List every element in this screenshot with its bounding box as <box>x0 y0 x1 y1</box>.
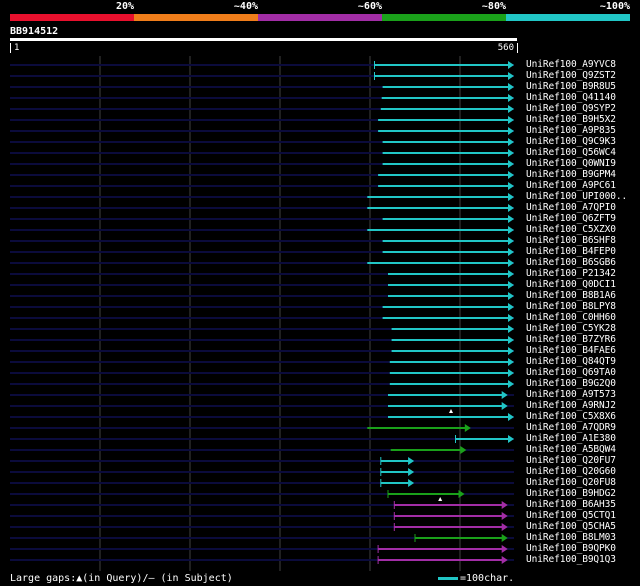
hit-label[interactable]: UniRef100_B8LPY8 <box>526 302 616 312</box>
hit-label[interactable]: UniRef100_B9G2Q0 <box>526 379 616 389</box>
hit-arrowhead <box>508 336 514 344</box>
hit-arrowhead <box>508 281 514 289</box>
hit-arrowhead <box>508 435 514 443</box>
hit-arrowhead <box>508 193 514 201</box>
hit-label[interactable]: UniRef100_C5X8X6 <box>526 412 616 422</box>
hit-arrowhead <box>508 215 514 223</box>
hit-label[interactable]: UniRef100_Q6ZFT9 <box>526 214 616 224</box>
hit-arrowhead <box>508 204 514 212</box>
hit-label[interactable]: UniRef100_B6SGB6 <box>526 258 616 268</box>
hit-label[interactable]: UniRef100_B6AH35 <box>526 500 616 510</box>
hit-arrowhead <box>508 127 514 135</box>
hit-arrowhead <box>508 149 514 157</box>
hit-arrowhead <box>508 237 514 245</box>
hit-label[interactable]: UniRef100_Q69TA0 <box>526 368 616 378</box>
hit-label[interactable]: UniRef100_Q0WNI9 <box>526 159 616 169</box>
hit-arrowhead <box>508 171 514 179</box>
hit-label[interactable]: UniRef100_B8B1A6 <box>526 291 616 301</box>
hit-arrowhead <box>508 303 514 311</box>
hit-arrowhead <box>501 402 508 410</box>
query-gap-marker <box>438 497 443 501</box>
hit-label[interactable]: UniRef100_B7ZYR6 <box>526 335 616 345</box>
hit-label[interactable]: UniRef100_A9RNJ2 <box>526 401 616 411</box>
hit-arrowhead <box>508 116 514 124</box>
hit-arrowhead <box>501 556 508 564</box>
hit-label[interactable]: UniRef100_C5YK28 <box>526 324 616 334</box>
hit-label[interactable]: UniRef100_Q9C9K3 <box>526 137 616 147</box>
hit-arrowhead <box>501 512 508 520</box>
hit-arrowhead <box>460 446 467 454</box>
hit-arrowhead <box>508 314 514 322</box>
hit-arrowhead <box>458 490 465 498</box>
hit-arrowhead <box>508 380 514 388</box>
query-gap-marker <box>449 409 453 413</box>
hit-arrowhead <box>508 292 514 300</box>
hit-label[interactable]: UniRef100_B9R8U5 <box>526 82 616 92</box>
hit-label[interactable]: UniRef100_A5BQW4 <box>526 445 616 455</box>
hit-label[interactable]: UniRef100_A7QPI0 <box>526 203 616 213</box>
hit-arrowhead <box>508 72 514 80</box>
hit-arrowhead <box>508 347 514 355</box>
scale-bar <box>438 577 458 580</box>
hit-arrowhead <box>508 270 514 278</box>
hit-label[interactable]: UniRef100_A1E380 <box>526 434 616 444</box>
hit-arrowhead <box>508 358 514 366</box>
hit-label[interactable]: UniRef100_A7QDR9 <box>526 423 616 433</box>
hit-arrowhead <box>508 413 514 421</box>
hit-arrowhead <box>508 61 514 69</box>
hit-label[interactable]: UniRef100_C5XZX0 <box>526 225 616 235</box>
hit-arrowhead <box>501 534 508 542</box>
hit-label[interactable]: UniRef100_Q9ZST2 <box>526 71 616 81</box>
hit-arrowhead <box>501 523 508 531</box>
hit-label[interactable]: UniRef100_Q20FU7 <box>526 456 616 466</box>
hit-label[interactable]: UniRef100_Q20FU8 <box>526 478 616 488</box>
hit-label[interactable]: UniRef100_B8LM03 <box>526 533 616 543</box>
hit-label[interactable]: UniRef100_Q0DCI1 <box>526 280 616 290</box>
hit-arrowhead <box>508 105 514 113</box>
hit-label[interactable]: UniRef100_Q5CHA5 <box>526 522 616 532</box>
hit-arrowhead <box>508 226 514 234</box>
hit-arrowhead <box>508 182 514 190</box>
hit-label[interactable]: UniRef100_B6SHF8 <box>526 236 616 246</box>
hit-arrowhead <box>408 468 415 476</box>
hit-label[interactable]: UniRef100_Q20G60 <box>526 467 616 477</box>
hit-label[interactable]: UniRef100_B9GPM4 <box>526 170 616 180</box>
hit-label[interactable]: UniRef100_Q56WC4 <box>526 148 616 158</box>
hit-label[interactable]: UniRef100_B4FAE6 <box>526 346 616 356</box>
hit-label[interactable]: UniRef100_Q5CTQ1 <box>526 511 616 521</box>
hit-label[interactable]: UniRef100_A9P835 <box>526 126 616 136</box>
hit-label[interactable]: UniRef100_B9H5X2 <box>526 115 616 125</box>
hit-arrowhead <box>501 545 508 553</box>
hit-arrowhead <box>408 479 415 487</box>
hit-label[interactable]: UniRef100_Q84QT9 <box>526 357 616 367</box>
hit-arrowhead <box>508 369 514 377</box>
hit-label[interactable]: UniRef100_Q41140 <box>526 93 616 103</box>
hit-arrowhead <box>508 138 514 146</box>
hit-label[interactable]: UniRef100_B4FEP0 <box>526 247 616 257</box>
hit-arrowhead <box>508 248 514 256</box>
hit-label[interactable]: UniRef100_A9YVC8 <box>526 60 616 70</box>
hit-arrowhead <box>508 83 514 91</box>
hit-label[interactable]: UniRef100_C0HH60 <box>526 313 616 323</box>
hit-label[interactable]: UniRef100_A9T573 <box>526 390 616 400</box>
hit-arrowhead <box>408 457 415 465</box>
scale-legend: =100char. <box>438 573 514 584</box>
hit-arrowhead <box>508 94 514 102</box>
hit-arrowhead <box>464 424 471 432</box>
hit-label[interactable]: UniRef100_B9HDG2 <box>526 489 616 499</box>
hit-arrowhead <box>508 325 514 333</box>
hit-label[interactable]: UniRef100_P21342 <box>526 269 616 279</box>
hit-label[interactable]: UniRef100_UPI000.. <box>526 192 627 202</box>
scale-label: =100char. <box>460 573 515 584</box>
hit-label[interactable]: UniRef100_Q9SYP2 <box>526 104 616 114</box>
hit-arrowhead <box>508 160 514 168</box>
hit-label[interactable]: UniRef100_B9Q1Q3 <box>526 555 616 565</box>
hit-label[interactable]: UniRef100_B9QPK0 <box>526 544 616 554</box>
hit-arrowhead <box>508 259 514 267</box>
hit-arrowhead <box>501 501 508 509</box>
hit-arrowhead <box>501 391 508 399</box>
gap-legend: Large gaps:▲(in Query)/– (in Subject) <box>10 573 233 584</box>
hit-label[interactable]: UniRef100_A9PC61 <box>526 181 616 191</box>
